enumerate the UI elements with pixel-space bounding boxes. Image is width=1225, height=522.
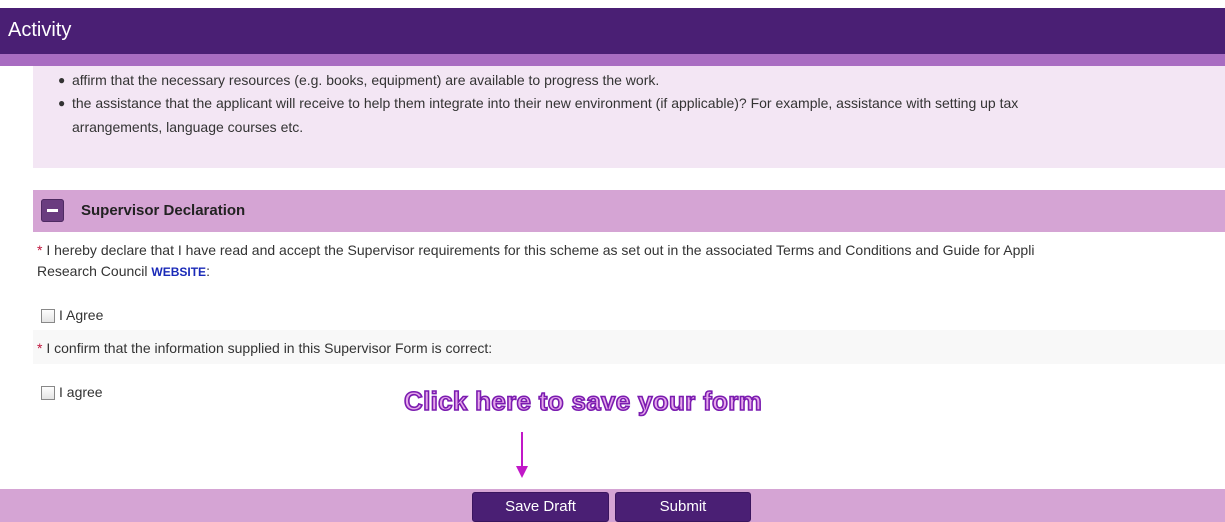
confirm-agree-label: I agree [59, 384, 103, 400]
info-item-text: arrangements, language courses etc. [72, 119, 304, 135]
declaration-line1: I hereby declare that I have read and ac… [46, 242, 1035, 258]
agree-label: I Agree [59, 307, 104, 323]
info-item-text: affirm that the necessary resources (e.g… [72, 72, 660, 88]
page-title: Activity [8, 19, 72, 41]
declaration-line2-prefix: Research Council [37, 263, 152, 279]
confirm-label: I confirm that the information supplied … [46, 340, 493, 356]
footer-action-bar [0, 489, 1225, 522]
agree-checkbox-row: I Agree [41, 306, 103, 324]
info-list-item: ● affirm that the necessary resources (e… [58, 70, 660, 91]
agree-checkbox[interactable] [41, 309, 55, 323]
supervisor-declaration-header[interactable]: Supervisor Declaration [33, 190, 1225, 232]
confirm-checkbox-row: I agree [41, 383, 103, 401]
bullet-icon: ● [58, 73, 66, 87]
submit-button[interactable]: Submit [615, 492, 751, 522]
info-list-item: ● the assistance that the applicant will… [58, 93, 1222, 114]
save-draft-button[interactable]: Save Draft [472, 492, 609, 522]
info-list-item-continuation: arrangements, language courses etc. [72, 117, 303, 138]
required-mark: * [37, 242, 43, 258]
declaration-text: * I hereby declare that I have read and … [37, 240, 1225, 283]
header-accent-strip [0, 54, 1225, 66]
bullet-icon: ● [58, 96, 66, 110]
confirm-text: * I confirm that the information supplie… [37, 339, 492, 357]
collapse-icon[interactable] [41, 199, 64, 222]
save-instruction-annotation: Click here to save your form [403, 385, 763, 417]
info-item-text: the assistance that the applicant will r… [72, 95, 1019, 111]
declaration-line2-suffix: : [206, 263, 210, 279]
app-header: Activity [0, 8, 1225, 54]
section-title: Supervisor Declaration [81, 202, 246, 219]
website-link[interactable]: WEBSITE [151, 265, 206, 279]
arrow-down-icon [521, 432, 523, 470]
arrow-head-icon [516, 466, 528, 478]
required-mark: * [37, 340, 43, 356]
confirm-checkbox[interactable] [41, 386, 55, 400]
